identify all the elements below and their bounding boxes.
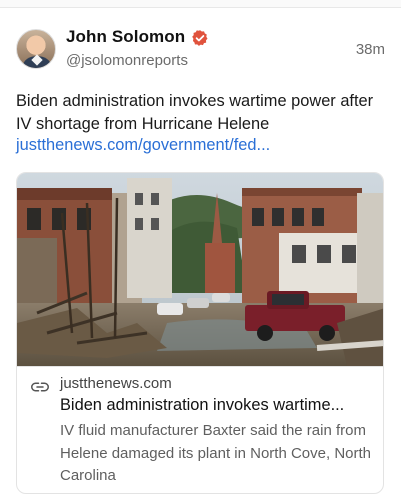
card-domain: justthenews.com [60, 375, 172, 392]
post-timestamp: 38m [355, 41, 385, 58]
card-body: justthenews.com Biden administration inv… [17, 366, 383, 493]
avatar[interactable] [16, 29, 56, 69]
link-icon [31, 382, 49, 392]
post-link[interactable]: justthenews.com/government/fed... [16, 136, 270, 155]
card-title[interactable]: Biden administration invokes wartime... [60, 396, 378, 415]
top-divider [0, 0, 401, 8]
post-text: Biden administration invokes wartime pow… [16, 92, 374, 133]
verified-badge-icon [192, 30, 208, 46]
card-image [17, 173, 383, 366]
card-description: IV fluid manufacturer Baxter said the ra… [60, 422, 372, 484]
link-card[interactable]: justthenews.com Biden administration inv… [16, 172, 384, 494]
author-name[interactable]: John Solomon [66, 27, 185, 47]
author-handle[interactable]: @jsolomonreports [66, 52, 188, 69]
